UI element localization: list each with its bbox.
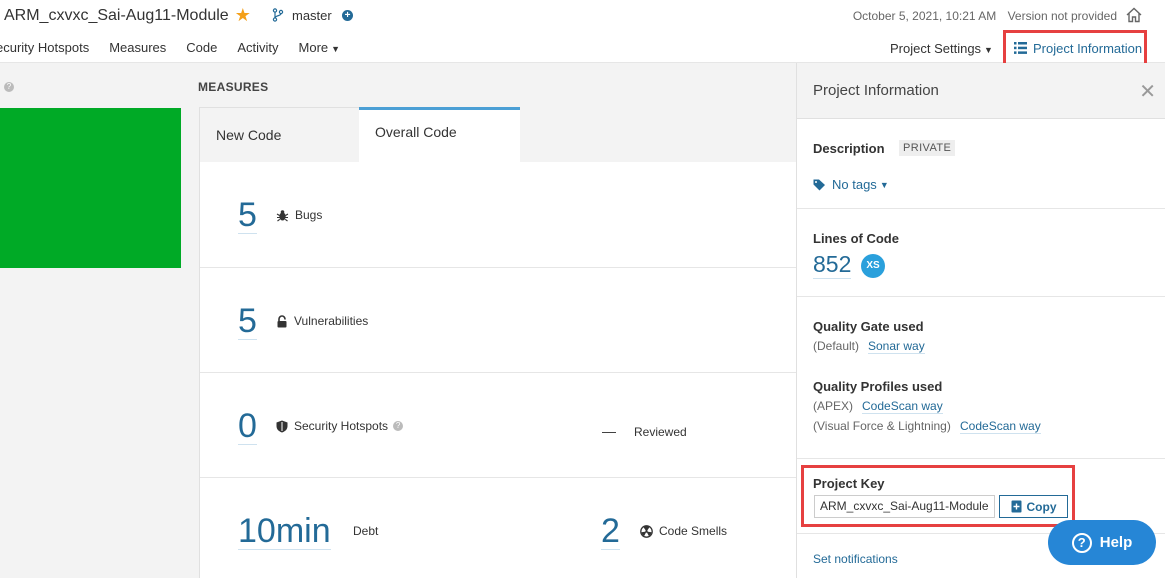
set-notifications-link[interactable]: Set notifications [813,552,898,566]
debt-value[interactable]: 10min [238,513,331,550]
nav-code[interactable]: Code [186,40,217,60]
measure-row-vulnerabilities: 5 Vulnerabilities [200,268,797,373]
caret-down-icon: ▼ [331,44,341,54]
question-icon: ? [1071,532,1092,553]
analysis-date: October 5, 2021, 10:21 AM [852,9,997,23]
code-smells-value[interactable]: 2 [601,513,620,550]
tag-icon [813,179,825,190]
analysis-meta: October 5, 2021, 10:21 AM Version not pr… [845,9,1117,23]
profile-1-link[interactable]: CodeScan way [862,399,943,414]
help-label: Help [1099,534,1133,551]
quality-profiles-label: Quality Profiles used [813,379,943,394]
lines-of-code-value[interactable]: 852 [813,251,852,279]
quality-gate-default: (Default) [813,339,860,353]
sidebar-header: Project Information ✕ [797,63,1165,119]
divider [797,458,1165,459]
divider [797,208,1165,209]
top-bar: ARM_cxvxc_Sai-Aug11-Module ★ master + Oc… [0,0,1165,66]
profile-2-language: (Visual Force & Lightning) [813,419,951,433]
bug-icon [276,209,289,221]
nav-security-hotspots[interactable]: ecurity Hotspots [0,40,89,60]
lock-icon [277,314,287,327]
profile-2-link[interactable]: CodeScan way [960,419,1041,434]
quality-gate-link[interactable]: Sonar way [868,339,925,354]
copy-label: Copy [1026,499,1057,514]
reviewed-label: Reviewed [634,425,687,439]
bugs-value[interactable]: 5 [238,197,257,234]
caret-down-icon: ▼ [879,179,889,190]
bugs-label: Bugs [295,208,323,222]
bugs-label-wrap: Bugs [276,208,322,222]
vulnerabilities-value[interactable]: 5 [238,303,257,340]
shield-icon [276,420,288,432]
help-icon[interactable]: ? [393,421,404,431]
copy-button[interactable]: Copy [999,495,1068,518]
tab-overall-code[interactable]: Overall Code [359,107,520,162]
help-icon[interactable]: ? [4,82,14,92]
project-nav: ecurity Hotspots Measures Code Activity … [0,40,360,60]
code-smells-label-wrap: Code Smells [640,524,727,538]
visibility-badge: PRIVATE [899,140,956,156]
branch-name[interactable]: master [292,8,332,23]
project-information-label: Project Information [1033,40,1143,56]
nav-more[interactable]: More ▼ [299,40,341,60]
nav-activity[interactable]: Activity [237,40,278,60]
quality-gate-status-block [0,108,181,268]
copy-icon [1011,500,1021,513]
reviewed-value: — [602,423,616,439]
version-text: Version not provided [1007,9,1117,23]
branch-icon [272,8,284,22]
caret-down-icon: ▼ [984,45,993,55]
code-smells-label: Code Smells [659,524,728,538]
project-title[interactable]: ARM_cxvxc_Sai-Aug11-Module ★ [4,5,251,26]
project-settings-menu[interactable]: Project Settings ▼ [890,41,993,56]
divider [797,296,1165,297]
nav-more-label: More [298,40,329,55]
project-name[interactable]: ARM_cxvxc_Sai-Aug11-Module [4,7,229,25]
description-label: Description [813,141,885,156]
measure-row-bugs: 5 Bugs [200,162,797,268]
list-icon [1014,42,1027,54]
quality-gate-label: Quality Gate used [813,319,924,334]
favorite-star-icon[interactable]: ★ [235,5,251,26]
hotspots-value[interactable]: 0 [238,408,257,445]
measure-row-maintainability: 10min Debt 2 Code Smells [200,478,797,578]
radiation-icon [640,524,653,538]
nav-measures[interactable]: Measures [109,40,166,60]
tags-label: No tags [832,177,877,192]
project-information-button[interactable]: Project Information [1003,30,1147,66]
close-icon[interactable]: ✕ [1139,79,1156,104]
branch-plus-icon[interactable]: + [342,10,353,21]
vulnerabilities-label-wrap: Vulnerabilities [276,314,368,328]
lines-of-code-label: Lines of Code [813,231,899,246]
debt-label: Debt [353,524,379,538]
tab-new-code[interactable]: New Code [199,107,359,162]
measures-heading: MEASURES [198,80,269,94]
sidebar-title: Project Information [813,82,939,99]
hotspots-label-wrap: Security Hotspots ? [276,419,404,433]
project-key-field[interactable]: ARM_cxvxc_Sai-Aug11-Module [814,495,995,518]
measures-panel: 5 Bugs 5 Vulnerabilities 0 Security Hots… [199,162,797,578]
quality-gate-column: ? [0,63,198,578]
project-settings-label: Project Settings [890,41,982,56]
home-icon[interactable] [1125,6,1143,24]
vulnerabilities-label: Vulnerabilities [294,314,369,328]
profile-1-language: (APEX) [813,399,854,413]
help-button[interactable]: ? Help [1048,520,1156,565]
measure-row-hotspots: 0 Security Hotspots ? — Reviewed [200,373,797,478]
tags-dropdown[interactable]: No tags ▼ [813,177,889,192]
hotspots-label: Security Hotspots [294,419,389,433]
size-badge: XS [861,254,885,278]
